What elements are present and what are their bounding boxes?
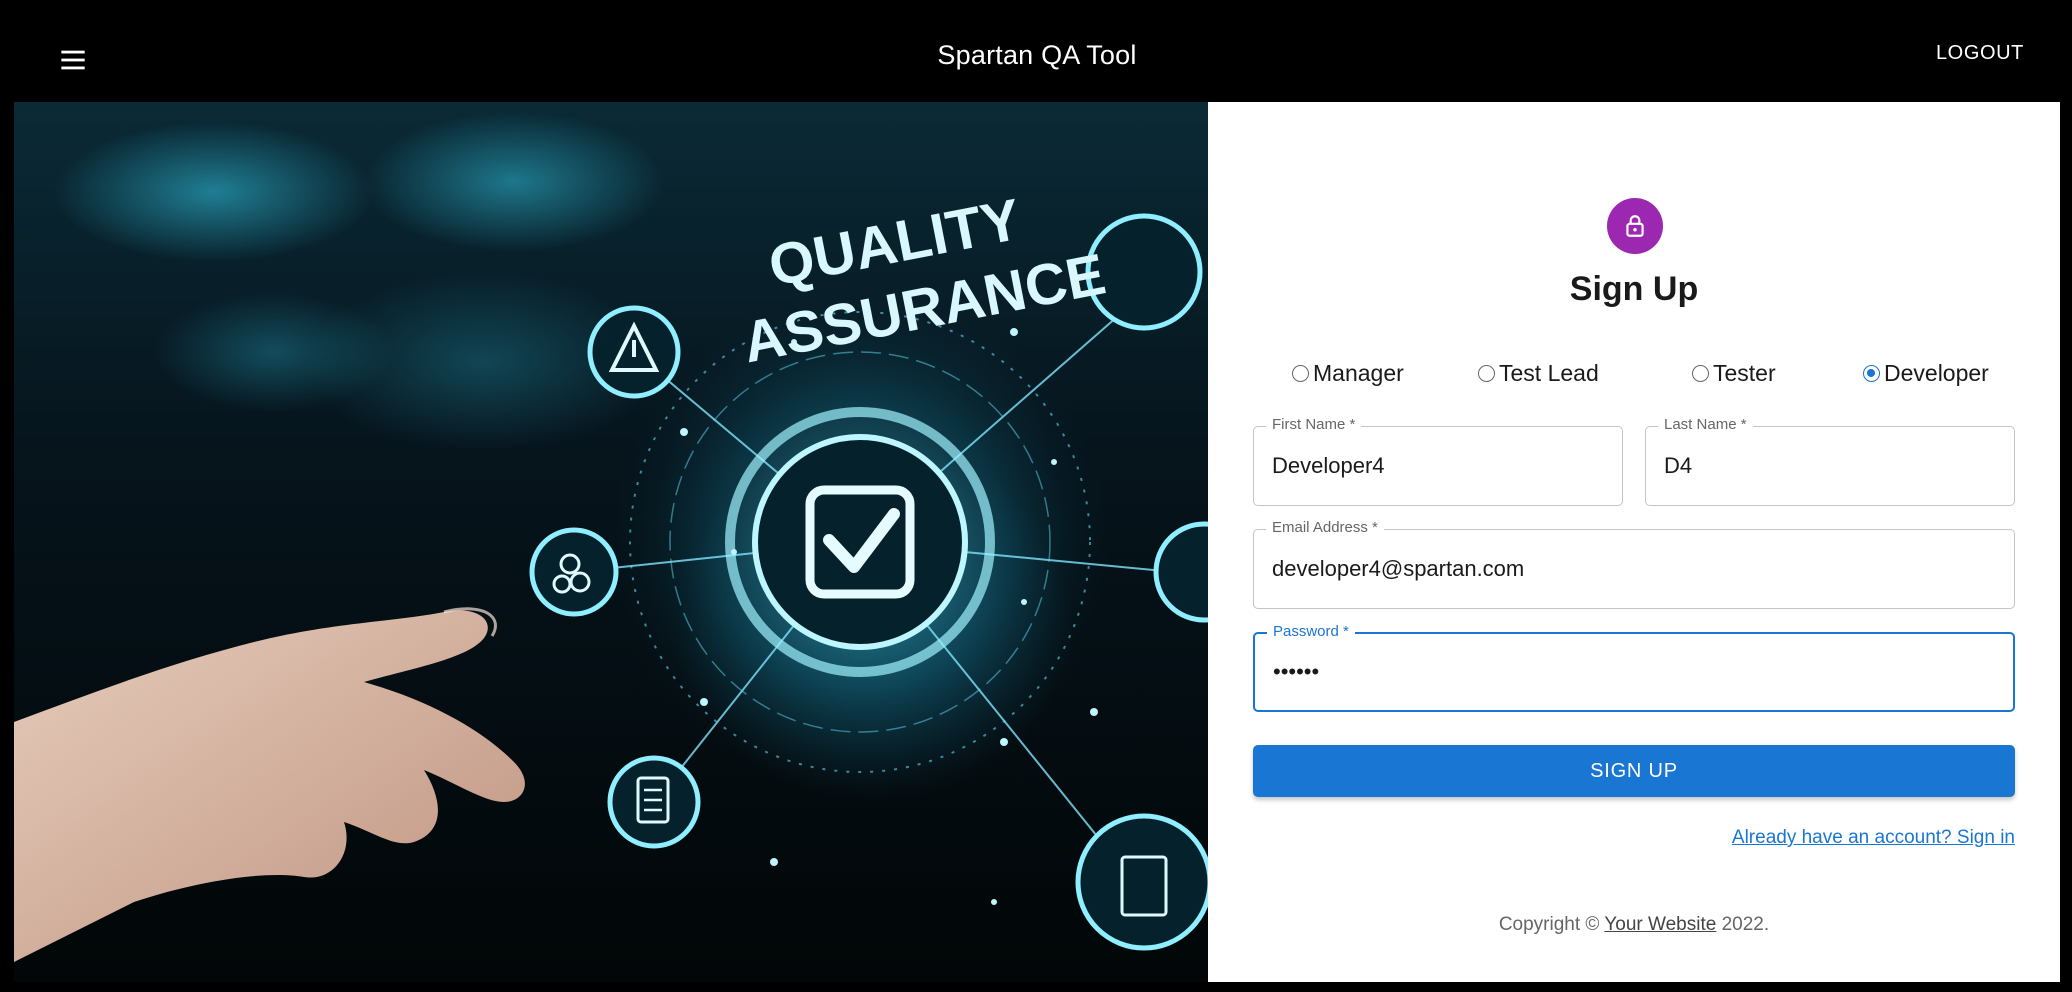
app-window: Spartan QA Tool LOGOUT QUALITY ASSURANCE…	[0, 0, 2072, 992]
role-option-tester[interactable]: Tester	[1692, 360, 1776, 387]
role-label-developer: Developer	[1884, 360, 1989, 386]
lock-icon	[1626, 215, 1644, 237]
last-name-input[interactable]: D4	[1664, 427, 1996, 505]
role-label-test-lead: Test Lead	[1499, 360, 1599, 386]
website-link[interactable]: Your Website	[1604, 914, 1716, 935]
radio-test-lead[interactable]	[1478, 365, 1495, 382]
copyright-prefix: Copyright ©	[1498, 914, 1605, 935]
role-option-developer[interactable]: Developer	[1863, 360, 1989, 387]
logout-button[interactable]: LOGOUT	[1936, 42, 2024, 65]
signup-title: Sign Up	[1569, 270, 1699, 308]
last-name-field[interactable]: Last Name * D4	[1645, 416, 2015, 506]
app-bar: Spartan QA Tool LOGOUT	[14, 12, 2060, 102]
radio-manager[interactable]	[1292, 365, 1309, 382]
signin-link[interactable]: Already have an account? Sign in	[1732, 827, 2015, 849]
role-label-tester: Tester	[1713, 360, 1776, 386]
lock-avatar	[1607, 198, 1663, 254]
email-input[interactable]: developer4@spartan.com	[1272, 530, 1996, 608]
signup-panel: Sign Up Manager Test Lead Tester Develop…	[1208, 102, 2060, 982]
radio-developer[interactable]	[1863, 365, 1880, 382]
radio-tester[interactable]	[1692, 365, 1709, 382]
hero-image: QUALITY ASSURANCE	[14, 102, 1208, 982]
role-option-manager[interactable]: Manager	[1292, 360, 1404, 387]
first-name-input[interactable]: Developer4	[1272, 427, 1604, 505]
password-input[interactable]: ••••••	[1273, 634, 1995, 710]
first-name-field[interactable]: First Name * Developer4	[1253, 416, 1623, 506]
email-field[interactable]: Email Address * developer4@spartan.com	[1253, 519, 2015, 609]
copyright-suffix: 2022.	[1716, 914, 1770, 935]
signup-button[interactable]: SIGN UP	[1253, 745, 2015, 797]
copyright: Copyright © Your Website 2022.	[1208, 914, 2060, 936]
app-title: Spartan QA Tool	[937, 40, 1137, 70]
role-label-manager: Manager	[1313, 360, 1404, 386]
password-field[interactable]: Password * ••••••	[1253, 623, 2015, 712]
role-option-test-lead[interactable]: Test Lead	[1478, 360, 1599, 387]
role-radio-group: Manager Test Lead Tester Developer	[1208, 360, 2060, 400]
